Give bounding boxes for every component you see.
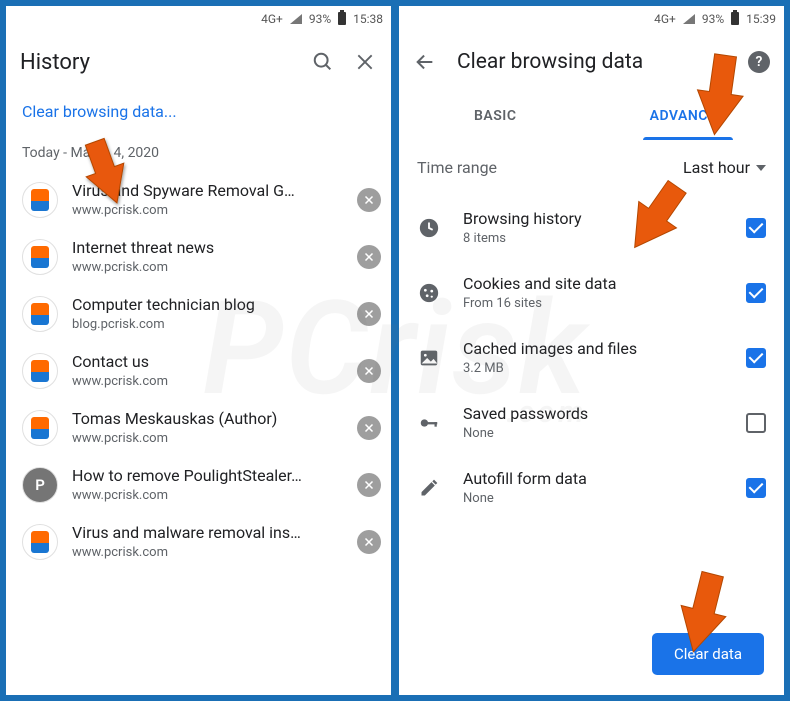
history-item-title: Internet threat news — [72, 238, 343, 257]
key-icon — [417, 411, 441, 435]
clear-option[interactable]: Saved passwords None — [399, 390, 784, 455]
history-item[interactable]: P How to remove PoulightStealer… www.pcris… — [6, 456, 391, 513]
clear-option[interactable]: Cached images and files 3.2 MB — [399, 325, 784, 390]
checkbox[interactable] — [746, 478, 766, 498]
page-title: History — [20, 50, 293, 75]
app-bar: Clear browsing data ? — [399, 32, 784, 92]
history-item-url: blog.pcrisk.com — [72, 317, 343, 332]
time-range-label: Time range — [417, 158, 683, 177]
clear-option[interactable]: Cookies and site data From 16 sites — [399, 260, 784, 325]
net-label: 4G+ — [261, 12, 283, 26]
tab-basic[interactable]: BASIC — [399, 92, 592, 140]
battery-pct: 93% — [309, 12, 331, 26]
history-item-title: Tomas Meskauskas (Author) — [72, 409, 343, 428]
image-icon — [417, 346, 441, 370]
pencil-icon — [417, 476, 441, 500]
history-item-title: Virus and malware removal ins… — [72, 523, 343, 542]
clear-browsing-data-link[interactable]: Clear browsing data... — [6, 92, 391, 139]
history-item[interactable]: Virus and Spyware Removal G… www.pcrisk.c… — [6, 171, 391, 228]
chevron-down-icon — [756, 165, 766, 171]
remove-history-item-icon[interactable] — [357, 245, 381, 269]
checkbox[interactable] — [746, 348, 766, 368]
left-phone: 4G+ 93% 15:38 History Clear browsing dat… — [5, 5, 392, 696]
remove-history-item-icon[interactable] — [357, 188, 381, 212]
option-title: Saved passwords — [463, 404, 724, 423]
favicon — [22, 239, 58, 275]
history-item-url: www.pcrisk.com — [72, 488, 343, 503]
signal-icon — [289, 13, 303, 25]
history-item[interactable]: Computer technician blog blog.pcrisk.com — [6, 285, 391, 342]
battery-icon — [337, 10, 347, 29]
clear-data-button[interactable]: Clear data — [652, 633, 764, 675]
option-sub: None — [463, 491, 724, 506]
option-sub: From 16 sites — [463, 296, 724, 311]
status-bar: 4G+ 93% 15:39 — [399, 6, 784, 32]
history-item[interactable]: Internet threat news www.pcrisk.com — [6, 228, 391, 285]
favicon — [22, 524, 58, 560]
remove-history-item-icon[interactable] — [357, 416, 381, 440]
battery-pct: 93% — [702, 12, 724, 26]
remove-history-item-icon[interactable] — [357, 473, 381, 497]
history-item-title: Computer technician blog — [72, 295, 343, 314]
app-bar: History — [6, 32, 391, 92]
history-item-title: Virus and Spyware Removal G… — [72, 181, 343, 200]
option-title: Autofill form data — [463, 469, 724, 488]
tab-advanced[interactable]: ADVANCED — [592, 92, 785, 140]
time-range-value: Last hour — [683, 158, 750, 177]
checkbox[interactable] — [746, 413, 766, 433]
tabs: BASIC ADVANCED — [399, 92, 784, 140]
history-item[interactable]: Virus and malware removal ins… www.pcrisk… — [6, 513, 391, 570]
favicon: P — [22, 467, 58, 503]
net-label: 4G+ — [654, 12, 676, 26]
time: 15:39 — [746, 12, 776, 26]
checkbox[interactable] — [746, 283, 766, 303]
history-item[interactable]: Tomas Meskauskas (Author) www.pcrisk.com — [6, 399, 391, 456]
battery-icon — [730, 10, 740, 29]
remove-history-item-icon[interactable] — [357, 302, 381, 326]
clear-option[interactable]: Autofill form data None — [399, 455, 784, 520]
history-item-title: Contact us — [72, 352, 343, 371]
search-icon[interactable] — [311, 50, 335, 74]
option-title: Cookies and site data — [463, 274, 724, 293]
option-title: Browsing history — [463, 209, 724, 228]
history-item-url: www.pcrisk.com — [72, 431, 343, 446]
checkbox[interactable] — [746, 218, 766, 238]
option-sub: None — [463, 426, 724, 441]
option-title: Cached images and files — [463, 339, 724, 358]
history-item-url: www.pcrisk.com — [72, 203, 343, 218]
date-label: Today - March 4, 2020 — [6, 139, 391, 171]
cookie-icon — [417, 281, 441, 305]
history-item-title: How to remove PoulightStealer… — [72, 466, 343, 485]
favicon — [22, 296, 58, 332]
page-title: Clear browsing data — [457, 50, 728, 74]
right-phone: 4G+ 93% 15:39 Clear browsing data ? BASI… — [398, 5, 785, 696]
back-icon[interactable] — [413, 50, 437, 74]
clock-icon — [417, 216, 441, 240]
status-bar: 4G+ 93% 15:38 — [6, 6, 391, 32]
clear-option[interactable]: Browsing history 8 items — [399, 195, 784, 260]
option-sub: 3.2 MB — [463, 361, 724, 376]
time: 15:38 — [353, 12, 383, 26]
history-item-url: www.pcrisk.com — [72, 374, 343, 389]
close-icon[interactable] — [353, 50, 377, 74]
option-sub: 8 items — [463, 231, 724, 246]
favicon — [22, 353, 58, 389]
history-item-url: www.pcrisk.com — [72, 545, 343, 560]
favicon — [22, 410, 58, 446]
history-item-url: www.pcrisk.com — [72, 260, 343, 275]
signal-icon — [682, 13, 696, 25]
time-range-row[interactable]: Time range Last hour — [399, 140, 784, 195]
favicon — [22, 182, 58, 218]
help-icon[interactable]: ? — [748, 51, 770, 73]
history-item[interactable]: Contact us www.pcrisk.com — [6, 342, 391, 399]
remove-history-item-icon[interactable] — [357, 359, 381, 383]
remove-history-item-icon[interactable] — [357, 530, 381, 554]
